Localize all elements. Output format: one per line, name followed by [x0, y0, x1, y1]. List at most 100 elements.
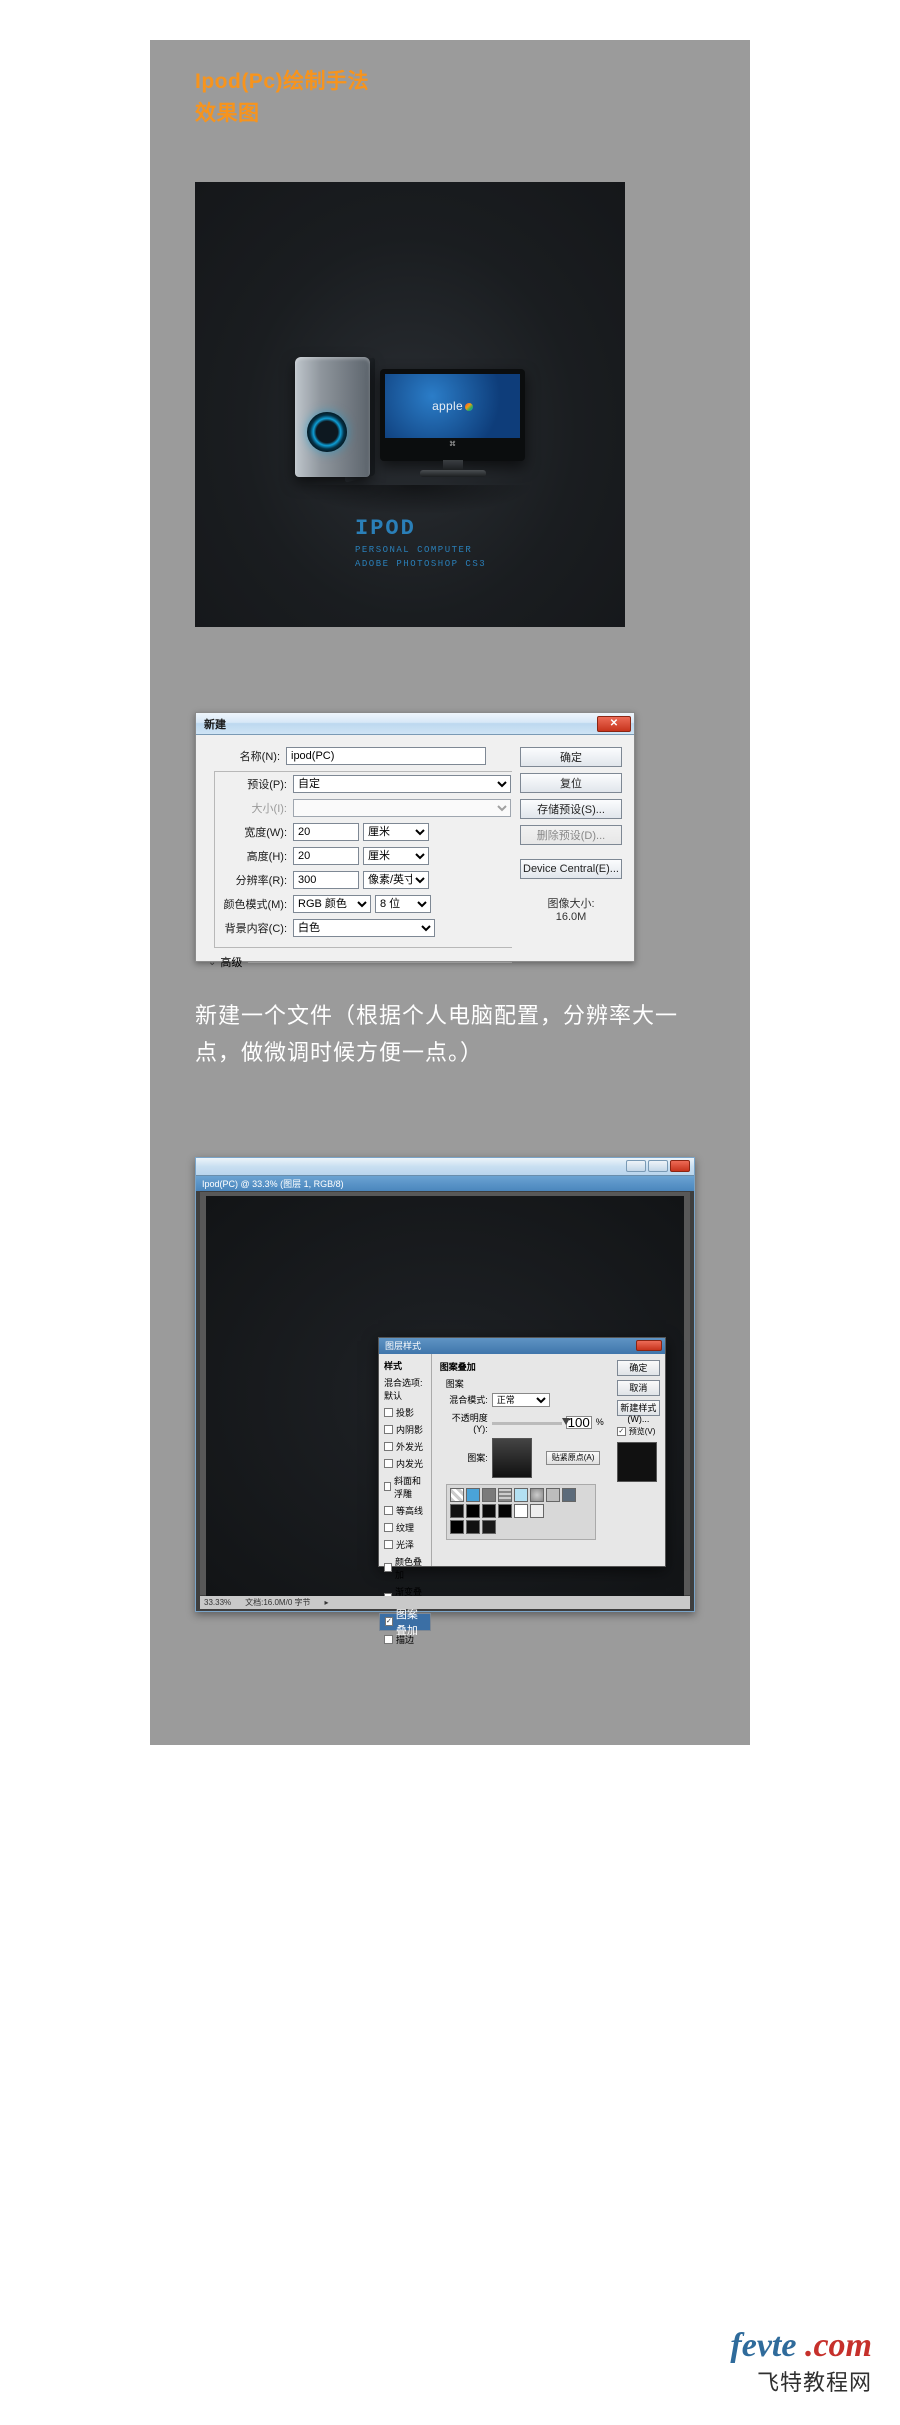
slider-thumb-icon[interactable] — [562, 1418, 570, 1425]
opacity-slider[interactable] — [492, 1422, 562, 1425]
dialog-titlebar[interactable]: 新建 ✕ — [196, 713, 634, 735]
layer-style-dialog: 图层样式 样式 混合选项:默认 投影 内阴影 外发光 内发光 斜面和浮雕 等高线… — [378, 1337, 666, 1567]
chevron-right-icon[interactable]: ▸ — [325, 1598, 329, 1607]
photoshop-window: Ipod(PC) @ 33.3% (图层 1, RGB/8) 图层样式 样式 混… — [195, 1157, 695, 1612]
dialog-fields: 名称(N): 预设(P): 自定 大小(I): 宽度(W): — [208, 747, 512, 970]
ok-button[interactable]: 确定 — [617, 1360, 660, 1376]
page-title-line2: 效果图 — [195, 97, 705, 127]
bg-select[interactable]: 白色 — [293, 919, 435, 937]
pc-tower — [295, 357, 370, 477]
width-input[interactable] — [293, 823, 359, 841]
monitor-screen: apple — [385, 374, 520, 438]
checkbox-icon[interactable] — [384, 1408, 393, 1417]
checkbox-icon[interactable] — [384, 1540, 393, 1549]
pattern-label: 图案: — [446, 1451, 488, 1464]
resolution-label: 分辨率(R): — [215, 872, 293, 888]
effect-inner-shadow[interactable]: 内阴影 — [379, 1421, 431, 1438]
chevron-down-icon: ⌄ — [208, 957, 216, 968]
checkbox-icon[interactable] — [384, 1442, 393, 1451]
resolution-input[interactable] — [293, 871, 359, 889]
effect-drop-shadow[interactable]: 投影 — [379, 1404, 431, 1421]
preview-caption: IPOD PERSONAL COMPUTER ADOBE PHOTOSHOP C… — [355, 516, 486, 569]
preview-checkbox[interactable]: ✓预览(V) — [617, 1426, 660, 1437]
effects-header: 样式 — [379, 1357, 431, 1374]
checkbox-icon[interactable]: ✓ — [617, 1427, 626, 1436]
effect-bevel[interactable]: 斜面和浮雕 — [379, 1472, 431, 1502]
resolution-unit-select[interactable]: 像素/英寸 — [363, 871, 429, 889]
opacity-pct: % — [596, 1417, 604, 1427]
divider — [248, 962, 512, 963]
device-central-button[interactable]: Device Central(E)... — [520, 859, 622, 879]
ps-statusbar: 33.33% 文档:16.0M/0 字节 ▸ — [200, 1596, 690, 1609]
layerstyle-titlebar[interactable]: 图层样式 — [379, 1338, 665, 1354]
save-preset-button[interactable]: 存储预设(S)... — [520, 799, 622, 819]
checkbox-icon[interactable] — [384, 1563, 392, 1572]
style-preview-thumbnail — [617, 1442, 657, 1482]
advanced-label: 高级 — [220, 954, 242, 970]
checkbox-icon[interactable] — [384, 1506, 393, 1515]
checkbox-icon[interactable] — [384, 1482, 391, 1491]
step-instruction: 新建一个文件（根据个人电脑配置，分辨率大一点，做微调时候方便一点。） — [195, 997, 705, 1072]
watermark-brand: fevte .com — [730, 2327, 872, 2365]
effect-inner-glow[interactable]: 内发光 — [379, 1455, 431, 1472]
effect-contour[interactable]: 等高线 — [379, 1502, 431, 1519]
name-input[interactable] — [286, 747, 486, 765]
advanced-toggle[interactable]: ⌄ 高级 — [208, 954, 512, 970]
reset-button[interactable]: 复位 — [520, 773, 622, 793]
width-unit-select[interactable]: 厘米 — [363, 823, 429, 841]
checkbox-icon[interactable] — [384, 1425, 393, 1434]
checkbox-icon[interactable] — [384, 1635, 393, 1644]
section-title: 图案叠加 — [440, 1360, 604, 1373]
blendmode-select[interactable]: 正常 — [492, 1393, 550, 1407]
monitor-base — [420, 470, 486, 477]
pattern-preview[interactable] — [492, 1438, 532, 1478]
close-icon[interactable] — [670, 1160, 690, 1172]
ps-document-title: Ipod(PC) @ 33.3% (图层 1, RGB/8) — [202, 1177, 344, 1190]
height-input[interactable] — [293, 847, 359, 865]
effect-color-overlay[interactable]: 颜色叠加 — [379, 1553, 431, 1583]
close-icon[interactable]: ✕ — [597, 716, 631, 732]
image-size-info: 图像大小: 16.0M — [520, 895, 622, 923]
preset-select[interactable]: 自定 — [293, 775, 511, 793]
status-zoom: 33.33% — [204, 1598, 231, 1607]
ps-titlebar[interactable] — [196, 1158, 694, 1176]
cancel-button[interactable]: 取消 — [617, 1380, 660, 1396]
monitor: apple ⌘ — [380, 369, 525, 461]
effect-texture[interactable]: 纹理 — [379, 1519, 431, 1536]
floor-shadow — [295, 485, 535, 515]
close-icon[interactable] — [636, 1340, 662, 1351]
sub-title: 图案 — [446, 1377, 604, 1390]
preset-label: 预设(P): — [215, 776, 293, 792]
watermark-subtitle: 飞特教程网 — [730, 2365, 872, 2397]
bg-label: 背景内容(C): — [215, 920, 293, 936]
layerstyle-buttons: 确定 取消 新建样式(W)... ✓预览(V) — [612, 1354, 665, 1566]
ps-workspace: 图层样式 样式 混合选项:默认 投影 内阴影 外发光 内发光 斜面和浮雕 等高线… — [200, 1192, 690, 1595]
effect-pattern-overlay[interactable]: ✓图案叠加 — [379, 1613, 431, 1631]
checkbox-icon[interactable] — [384, 1523, 393, 1532]
caption-line1: PERSONAL COMPUTER — [355, 545, 486, 555]
blendmode-label: 混合模式: — [446, 1393, 488, 1406]
effect-satin[interactable]: 光泽 — [379, 1536, 431, 1553]
minimize-icon[interactable] — [626, 1160, 646, 1172]
ok-button[interactable]: 确定 — [520, 747, 622, 767]
layerstyle-effects-list: 样式 混合选项:默认 投影 内阴影 外发光 内发光 斜面和浮雕 等高线 纹理 光… — [379, 1354, 432, 1566]
maximize-icon[interactable] — [648, 1160, 668, 1172]
monitor-brand-text: apple — [432, 399, 473, 413]
dialog-title: 新建 — [204, 716, 226, 732]
image-size-label: 图像大小: — [520, 895, 622, 911]
colormode-select[interactable]: RGB 颜色 — [293, 895, 371, 913]
effect-outer-glow[interactable]: 外发光 — [379, 1438, 431, 1455]
checkbox-icon[interactable]: ✓ — [385, 1617, 393, 1626]
checkbox-icon[interactable] — [384, 1459, 393, 1468]
new-style-button[interactable]: 新建样式(W)... — [617, 1400, 660, 1416]
height-unit-select[interactable]: 厘米 — [363, 847, 429, 865]
monitor-chin-logo: ⌘ — [385, 440, 520, 448]
page-title-line1: Ipod(Pc)绘制手法 — [195, 65, 705, 95]
new-document-dialog: 新建 ✕ 名称(N): 预设(P): 自定 大小(I): — [195, 712, 635, 962]
bits-select[interactable]: 8 位 — [375, 895, 431, 913]
snap-origin-button[interactable]: 贴紧原点(A) — [546, 1451, 601, 1465]
ps-document-titlebar[interactable]: Ipod(PC) @ 33.3% (图层 1, RGB/8) — [196, 1176, 694, 1191]
pattern-swatch-picker[interactable] — [446, 1484, 596, 1540]
effect-blend-options[interactable]: 混合选项:默认 — [379, 1374, 431, 1404]
tutorial-page: Ipod(Pc)绘制手法 效果图 apple ⌘ IPOD PERSONAL C… — [150, 40, 750, 1745]
